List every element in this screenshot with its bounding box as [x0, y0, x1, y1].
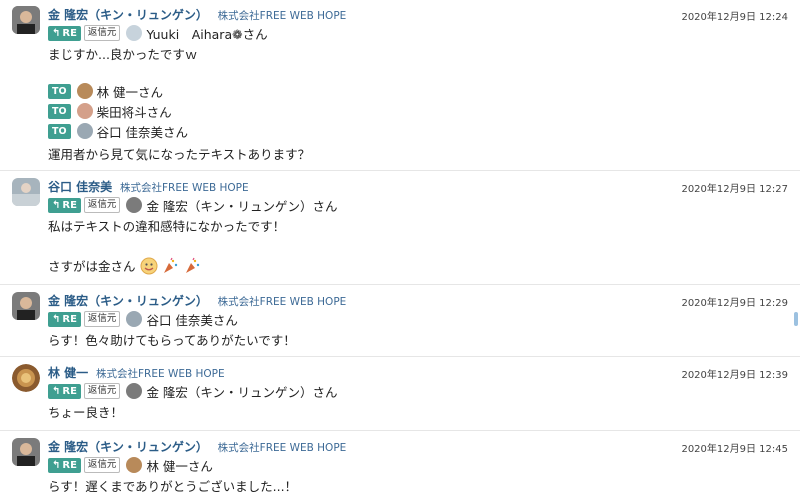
- message-text: らす！色々助けてもらってありがたいです！: [48, 333, 296, 348]
- avatar-mini-aihara: [126, 25, 143, 41]
- person-photo-icon: [12, 178, 40, 206]
- reply-arrow-icon: ↰: [52, 385, 61, 397]
- message-3: 金 隆宏（キン・リュンゲン） 株式会社FREE WEB HOPE 2020年12…: [0, 284, 800, 354]
- reply-reference[interactable]: ↰ RE 返信元 谷口 佳奈美さん: [48, 310, 238, 328]
- party-popper-icon: [161, 257, 179, 278]
- sender-name[interactable]: 谷口 佳奈美: [48, 180, 112, 194]
- reply-arrow-icon: ↰: [52, 313, 61, 325]
- avatar-taniguchi[interactable]: [12, 178, 40, 206]
- timestamp: 2020年12月9日 12:45: [681, 444, 788, 455]
- re-badge[interactable]: ↰ RE: [48, 197, 81, 213]
- sender-name[interactable]: 林 健一: [48, 366, 88, 380]
- party-popper-icon: [183, 257, 201, 278]
- sender-org: 株式会社FREE WEB HOPE: [217, 10, 347, 22]
- re-badge[interactable]: ↰ RE: [48, 25, 81, 41]
- re-badge[interactable]: ↰ RE: [48, 457, 81, 473]
- to-mention: TO 柴田将斗さん: [48, 102, 172, 120]
- reply-target-name: 林 健一さん: [146, 458, 213, 474]
- reply-target-name: 金 隆宏（キン・リュンゲン）さん: [146, 384, 338, 400]
- sender-name[interactable]: 金 隆宏（キン・リュンゲン）: [48, 440, 208, 454]
- to-mention: TO 林 健一さん: [48, 82, 163, 100]
- reply-source-label[interactable]: 返信元: [83, 25, 121, 41]
- avatar-mini-hayashi: [76, 83, 93, 99]
- avatar-hayashi[interactable]: [12, 364, 40, 392]
- sender-org: 株式会社FREE WEB HOPE: [217, 442, 347, 454]
- person-photo-icon: [12, 364, 40, 392]
- message-4: 林 健一 株式会社FREE WEB HOPE 2020年12月9日 12:39 …: [0, 356, 800, 428]
- reply-target-name: Yuuki Aihara❁さん: [146, 26, 268, 42]
- message-text: らす！遅くまでありがとうございました...！: [48, 479, 298, 494]
- message-text: ちょー良き！: [48, 405, 124, 420]
- sender-name[interactable]: 金 隆宏（キン・リュンゲン）: [48, 8, 208, 22]
- to-badge: TO: [48, 103, 71, 119]
- avatar-mini-taniguchi: [126, 311, 143, 327]
- reply-source-label[interactable]: 返信元: [83, 457, 121, 473]
- reply-arrow-icon: ↰: [52, 27, 61, 39]
- re-badge[interactable]: ↰ RE: [48, 311, 81, 327]
- avatar-mini-shibata: [76, 103, 93, 119]
- reply-arrow-icon: ↰: [52, 199, 61, 211]
- timestamp: 2020年12月9日 12:27: [681, 184, 788, 195]
- re-badge[interactable]: ↰ RE: [48, 383, 81, 399]
- to-badge: TO: [48, 123, 71, 139]
- avatar-kin[interactable]: [12, 438, 40, 466]
- reply-source-label[interactable]: 返信元: [83, 383, 121, 399]
- person-photo-icon: [12, 292, 40, 320]
- timestamp: 2020年12月9日 12:24: [681, 12, 788, 23]
- reply-reference[interactable]: ↰ RE 返信元 Yuuki Aihara❁さん: [48, 24, 268, 42]
- timestamp: 2020年12月9日 12:39: [681, 370, 788, 381]
- timestamp: 2020年12月9日 12:29: [681, 298, 788, 309]
- message-2: 谷口 佳奈美 株式会社FREE WEB HOPE 2020年12月9日 12:2…: [0, 170, 800, 282]
- to-badge: TO: [48, 83, 71, 99]
- reply-source-label[interactable]: 返信元: [83, 311, 121, 327]
- person-photo-icon: [12, 438, 40, 466]
- avatar-kin[interactable]: [12, 292, 40, 320]
- sender-org: 株式会社FREE WEB HOPE: [96, 368, 225, 380]
- to-name[interactable]: 谷口 佳奈美さん: [97, 122, 188, 141]
- scrollbar-thumb[interactable]: [794, 312, 798, 326]
- avatar-mini-kin: [126, 383, 143, 399]
- reply-reference[interactable]: ↰ RE 返信元 林 健一さん: [48, 456, 213, 474]
- message-5: 金 隆宏（キン・リュンゲン） 株式会社FREE WEB HOPE 2020年12…: [0, 430, 800, 502]
- reply-reference[interactable]: ↰ RE 返信元 金 隆宏（キン・リュンゲン）さん: [48, 196, 338, 214]
- reply-source-label[interactable]: 返信元: [83, 197, 121, 213]
- message-text: 運用者から見て気になったテキストあります？: [48, 147, 311, 162]
- person-photo-icon: [12, 6, 40, 34]
- sender-org: 株式会社FREE WEB HOPE: [217, 296, 347, 308]
- message-text: 私はテキストの違和感特になかったです！: [48, 219, 286, 234]
- avatar-kin[interactable]: [12, 6, 40, 34]
- reply-arrow-icon: ↰: [52, 459, 61, 471]
- reply-reference[interactable]: ↰ RE 返信元 金 隆宏（キン・リュンゲン）さん: [48, 382, 338, 400]
- sender-name[interactable]: 金 隆宏（キン・リュンゲン）: [48, 294, 208, 308]
- message-text-emoji-line: さすがは金さん: [48, 256, 201, 278]
- message-1: 金 隆宏（キン・リュンゲン） 株式会社FREE WEB HOPE 2020年12…: [0, 0, 800, 168]
- avatar-mini-taniguchi: [76, 123, 93, 139]
- avatar-mini-kin: [126, 197, 143, 213]
- avatar-mini-hayashi: [126, 457, 143, 473]
- reply-target-name: 谷口 佳奈美さん: [146, 312, 238, 328]
- message-text: さすがは金さん: [48, 259, 136, 274]
- message-text: まじすか...良かったですｗ: [48, 47, 198, 62]
- sender-org: 株式会社FREE WEB HOPE: [120, 182, 249, 194]
- reply-target-name: 金 隆宏（キン・リュンゲン）さん: [146, 198, 338, 214]
- to-mention: TO 谷口 佳奈美さん: [48, 122, 188, 140]
- to-name[interactable]: 柴田将斗さん: [97, 102, 172, 121]
- to-name[interactable]: 林 健一さん: [97, 82, 163, 101]
- smiling-face-icon: [140, 257, 158, 278]
